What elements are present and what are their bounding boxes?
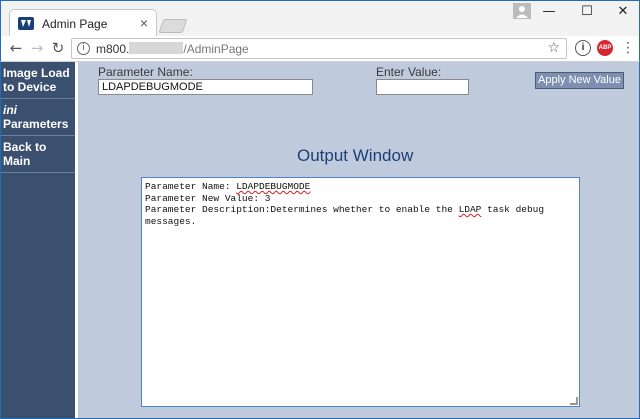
extension-info-icon[interactable]: i [575, 40, 591, 56]
close-window-button[interactable]: ✕ [605, 4, 640, 22]
url-redacted-host [129, 42, 184, 54]
enter-value-input[interactable] [376, 79, 469, 95]
tab-admin-page[interactable]: Admin Page × [9, 9, 157, 37]
browser-titlebar: Admin Page × — ☐ ✕ [0, 0, 640, 37]
sidebar-item-label: to Device [3, 80, 57, 94]
url-path: /AdminPage [183, 42, 249, 56]
output-line-name: Parameter Name: LDAPDEBUGMODE [145, 181, 576, 193]
parameter-name-input[interactable] [98, 79, 313, 95]
maximize-button[interactable]: ☐ [569, 4, 605, 22]
browser-toolbar: ← → ↻ i m800. /AdminPage ☆ i ABP ⋮ [0, 36, 640, 62]
tab-close-icon[interactable]: × [140, 15, 148, 31]
tab-title: Admin Page [42, 17, 108, 31]
back-button[interactable]: ← [7, 39, 25, 57]
minimize-button[interactable]: — [531, 4, 567, 22]
url-host: m800. [96, 42, 130, 56]
sidebar-item-ini-parameters[interactable]: ini Parameters [1, 99, 75, 136]
bookmark-star-icon[interactable]: ☆ [547, 40, 560, 56]
sidebar-item-label: Parameters [3, 117, 69, 131]
output-window-title: Output Window [297, 146, 414, 165]
output-line-description: Parameter Description:Determines whether… [145, 204, 576, 227]
new-tab-button[interactable] [158, 19, 188, 33]
admin-page: Image Load to Device ini Parameters Back… [0, 62, 640, 419]
sidebar-item-image-load[interactable]: Image Load to Device [1, 62, 75, 99]
address-bar[interactable]: i m800. /AdminPage ☆ [71, 38, 567, 59]
enter-value-label: Enter Value: [376, 65, 442, 79]
reload-button[interactable]: ↻ [49, 39, 67, 57]
output-name-prefix: Parameter Name: [145, 181, 237, 192]
site-favicon-icon [18, 17, 34, 30]
site-info-icon[interactable]: i [77, 42, 90, 55]
apply-new-value-button[interactable]: Apply New Value [535, 72, 624, 89]
output-desc-ldap: LDAP [458, 204, 482, 215]
url-text: m800. /AdminPage [96, 42, 249, 56]
resize-grip-icon[interactable] [570, 397, 578, 405]
sidebar-item-label: Back to [3, 140, 47, 154]
output-desc-prefix: Parameter Description:Determines whether… [145, 204, 459, 215]
output-window[interactable]: Parameter Name: LDAPDEBUGMODE Parameter … [141, 177, 580, 407]
forward-button[interactable]: → [28, 39, 46, 57]
sidebar-item-label: Image Load [3, 66, 70, 80]
sidebar-item-label: ini [3, 103, 17, 117]
sidebar-item-label: Main [3, 154, 31, 168]
profile-icon[interactable] [513, 3, 531, 19]
sidebar-item-back-to-main[interactable]: Back to Main [1, 136, 75, 173]
parameter-name-label: Parameter Name: [98, 65, 193, 79]
sidebar: Image Load to Device ini Parameters Back… [1, 62, 78, 418]
browser-menu-icon[interactable]: ⋮ [621, 39, 635, 57]
output-line-new-value: Parameter New Value: 3 [145, 192, 271, 204]
adblock-plus-icon[interactable]: ABP [597, 40, 613, 56]
output-name-value: LDAPDEBUGMODE [236, 181, 311, 192]
